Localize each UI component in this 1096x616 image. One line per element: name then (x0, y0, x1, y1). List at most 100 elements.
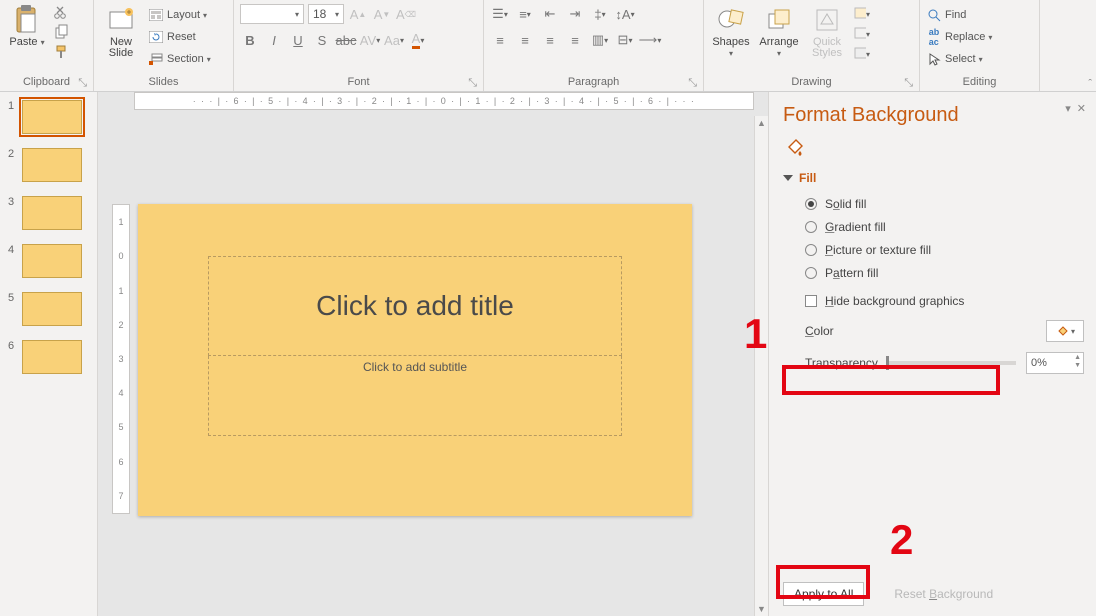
align-right-icon[interactable]: ≡ (540, 30, 560, 50)
slide-thumbnail-3[interactable] (22, 196, 82, 230)
quick-styles-icon (811, 4, 843, 36)
ruler-horizontal: · · · | · 6 · | · 5 · | · 4 · | · 3 · | … (134, 92, 754, 110)
group-label-drawing: Drawing (791, 76, 831, 88)
group-font: ▾ 18▾ A▲ A▼ A⌫ B I U S abc AV▾ Aa▾ A▾ Fo… (234, 0, 484, 91)
pane-options-icon[interactable]: ▾ (1065, 102, 1071, 115)
slide-canvas[interactable]: Click to add title Click to add subtitle (138, 204, 692, 516)
replace-icon: abac (926, 29, 942, 45)
line-spacing-icon[interactable]: ‡▾ (590, 4, 610, 24)
columns-icon[interactable]: ▥▾ (590, 30, 610, 50)
shape-effects-icon[interactable]: ▾ (854, 46, 870, 62)
transparency-spinner[interactable]: 0% ▲▼ (1026, 352, 1084, 374)
decrease-font-icon[interactable]: A▼ (372, 4, 392, 24)
find-icon (926, 7, 942, 23)
workspace: 1 2 3 4 5 6 · · · | · 6 · | · 5 · | · 4 … (0, 92, 1096, 616)
gradient-fill-option[interactable]: Gradient fill (805, 218, 1084, 236)
font-color-button[interactable]: A▾ (408, 30, 428, 50)
change-case-button[interactable]: Aa▾ (384, 30, 404, 50)
numbering-icon[interactable]: ≡▾ (515, 4, 535, 24)
ruler-vertical: 101234567 (112, 204, 130, 514)
drawing-launcher-icon[interactable]: ⤡ (901, 77, 913, 89)
thumb-num: 5 (8, 292, 18, 304)
title-placeholder[interactable]: Click to add title (208, 256, 622, 356)
solid-fill-option[interactable]: Solid fill (805, 195, 1084, 213)
scroll-up-icon[interactable]: ▲ (757, 118, 766, 128)
format-painter-icon[interactable] (54, 44, 70, 60)
slide-thumbnail-4[interactable] (22, 244, 82, 278)
reset-button[interactable]: Reset (148, 28, 211, 46)
pane-close-icon[interactable]: ✕ (1077, 102, 1086, 115)
paste-label: Paste (9, 36, 37, 48)
align-center-icon[interactable]: ≡ (515, 30, 535, 50)
layout-icon (148, 7, 164, 23)
group-label-font: Font (347, 76, 369, 88)
paragraph-launcher-icon[interactable]: ⤡ (685, 77, 697, 89)
section-button[interactable]: Section ▾ (148, 50, 211, 68)
smartart-icon[interactable]: ⟶▾ (640, 30, 660, 50)
increase-font-icon[interactable]: A▲ (348, 4, 368, 24)
italic-button[interactable]: I (264, 30, 284, 50)
arrange-button[interactable]: Arrange ▾ (758, 4, 800, 59)
picture-fill-option[interactable]: Picture or texture fill (805, 241, 1084, 259)
paste-button[interactable]: Paste ▾ (6, 4, 48, 48)
char-spacing-button[interactable]: AV▾ (360, 30, 380, 50)
clear-format-icon[interactable]: A⌫ (396, 4, 416, 24)
font-launcher-icon[interactable]: ⤡ (465, 77, 477, 89)
justify-icon[interactable]: ≡ (565, 30, 585, 50)
bullets-icon[interactable]: ☰▾ (490, 4, 510, 24)
pane-title: Format Background (783, 104, 1084, 127)
align-left-icon[interactable]: ≡ (490, 30, 510, 50)
quick-styles-button[interactable]: Quick Styles (806, 4, 848, 59)
fill-section-header[interactable]: Fill (783, 171, 1084, 185)
shapes-button[interactable]: Shapes ▾ (710, 4, 752, 59)
bold-button[interactable]: B (240, 30, 260, 50)
replace-button[interactable]: abacReplace ▾ (926, 28, 992, 46)
clipboard-launcher-icon[interactable]: ⤡ (75, 77, 87, 89)
underline-button[interactable]: U (288, 30, 308, 50)
thumb-num: 6 (8, 340, 18, 352)
ribbon: Paste ▾ Clipboard⤡ New Slide Layout ▾ Re… (0, 0, 1096, 92)
thumbnail-strip: 1 2 3 4 5 6 (0, 92, 98, 616)
thumb-num: 3 (8, 196, 18, 208)
slide-thumbnail-2[interactable] (22, 148, 82, 182)
paste-icon (11, 4, 43, 36)
hide-bg-graphics-option[interactable]: Hide background graphics (805, 292, 1084, 310)
decrease-indent-icon[interactable]: ⇤ (540, 4, 560, 24)
thumb-num: 4 (8, 244, 18, 256)
scroll-down-icon[interactable]: ▼ (757, 604, 766, 614)
new-slide-icon (105, 4, 137, 36)
font-name-combo[interactable]: ▾ (240, 4, 304, 24)
format-background-pane: ▾ ✕ Format Background Fill Solid fill Gr… (768, 92, 1096, 616)
vertical-scrollbar[interactable]: ▲▼ (754, 116, 768, 616)
new-slide-button[interactable]: New Slide (100, 4, 142, 59)
radio-icon (805, 198, 817, 210)
fill-category-icon[interactable] (783, 137, 805, 159)
group-paragraph: ☰▾ ≡▾ ⇤ ⇥ ‡▾ ↕A▾ ≡ ≡ ≡ ≡ ▥▾ ⊟▾ ⟶▾ Paragr… (484, 0, 704, 91)
copy-icon[interactable] (54, 24, 70, 40)
callout-box-1 (782, 365, 1000, 395)
callout-number-2: 2 (890, 516, 913, 564)
shape-fill-icon[interactable]: ▾ (854, 6, 870, 22)
strike-button[interactable]: abc (336, 30, 356, 50)
slide-thumbnail-1[interactable] (22, 100, 82, 134)
shape-outline-icon[interactable]: ▾ (854, 26, 870, 42)
find-button[interactable]: Find (926, 6, 992, 24)
align-text-icon[interactable]: ⊟▾ (615, 30, 635, 50)
select-button[interactable]: Select ▾ (926, 50, 992, 68)
group-drawing: Shapes ▾ Arrange ▾ Quick Styles ▾ ▾ ▾ Dr… (704, 0, 920, 91)
slide-thumbnail-6[interactable] (22, 340, 82, 374)
subtitle-placeholder[interactable]: Click to add subtitle (208, 356, 622, 436)
shadow-button[interactable]: S (312, 30, 332, 50)
callout-number-1: 1 (744, 310, 767, 358)
slide-thumbnail-5[interactable] (22, 292, 82, 326)
color-picker-button[interactable]: ▾ (1046, 320, 1084, 342)
cut-icon[interactable] (54, 4, 70, 20)
group-label-editing: Editing (963, 76, 997, 88)
arrange-icon (763, 4, 795, 36)
text-direction-icon[interactable]: ↕A▾ (615, 4, 635, 24)
font-size-combo[interactable]: 18▾ (308, 4, 344, 24)
increase-indent-icon[interactable]: ⇥ (565, 4, 585, 24)
layout-button[interactable]: Layout ▾ (148, 6, 211, 24)
reset-background-button[interactable]: Reset Background (884, 583, 1003, 605)
pattern-fill-option[interactable]: Pattern fill (805, 264, 1084, 282)
